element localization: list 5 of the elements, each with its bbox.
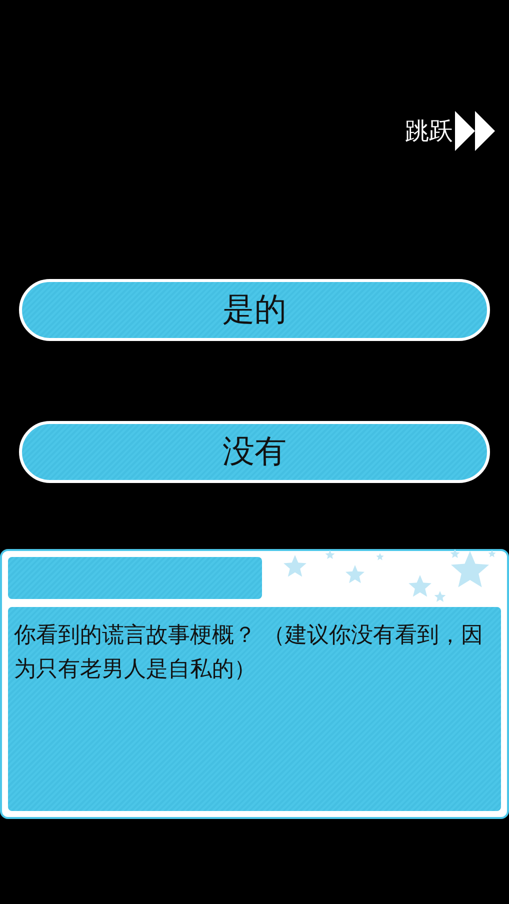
fast-forward-icon <box>453 109 497 153</box>
choice-button[interactable]: 是的 <box>19 279 490 341</box>
dialog-text: 你看到的谎言故事梗概？ （建议你没有看到，因为只有老男人是自私的） <box>14 623 483 682</box>
skip-button[interactable]: 跳跃 <box>405 109 497 153</box>
choice-button[interactable]: 没有 <box>19 421 490 483</box>
